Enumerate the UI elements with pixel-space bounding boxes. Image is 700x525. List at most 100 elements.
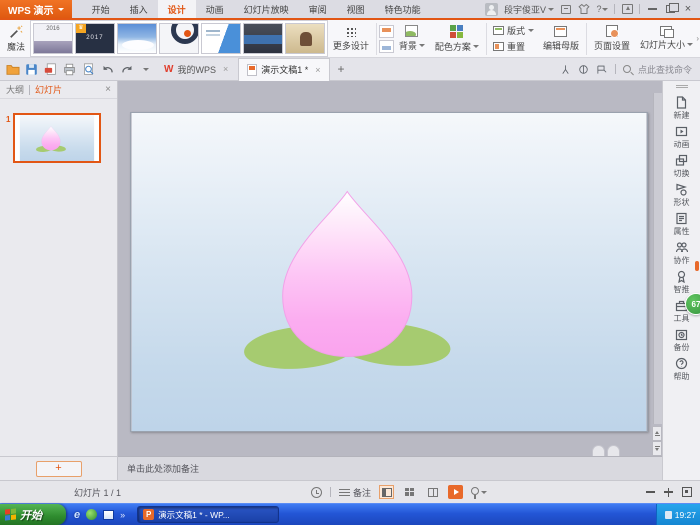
template-thumbnail-4[interactable] (158, 23, 199, 54)
color-scheme-button[interactable]: 配色方案 (430, 24, 484, 53)
view-sorter-button[interactable] (402, 485, 417, 499)
sidebar-item-shape[interactable]: 形状 (663, 183, 700, 212)
slide-thumbnail[interactable] (13, 113, 102, 163)
notes-input[interactable]: 单击此处添加备注 (118, 456, 662, 480)
username[interactable]: 段宇俊亚V (504, 3, 554, 16)
media-player-icon[interactable] (86, 509, 98, 520)
slide-canvas[interactable] (130, 112, 648, 432)
peach-graphic[interactable] (131, 113, 647, 431)
page-setup-button[interactable]: 页面设置 (589, 25, 635, 52)
quick-launch-overflow-icon[interactable]: » (120, 510, 125, 520)
notes-toggle[interactable]: 备注 (339, 486, 371, 499)
zoom-out-button[interactable] (646, 491, 655, 493)
tab-close-icon[interactable]: × (223, 64, 228, 74)
notes-splitter-handle[interactable] (592, 445, 620, 456)
slide-size-button[interactable]: 幻灯片大小 (635, 26, 698, 51)
minimize-button[interactable] (646, 3, 658, 15)
ie-icon[interactable]: e (74, 509, 80, 521)
sidebar-item-new[interactable]: 新建 (663, 96, 700, 125)
new-tab-button[interactable]: + (332, 62, 351, 76)
menu-tab-special-features[interactable]: 特色功能 (375, 0, 431, 18)
app-logo[interactable]: WPS 演示 (0, 0, 72, 18)
flag-icon[interactable] (596, 64, 608, 75)
design-panel-icon[interactable] (378, 39, 394, 53)
template-thumbnail-6[interactable] (242, 23, 283, 54)
slide-nav-buttons (652, 426, 662, 456)
sidebar-item-properties[interactable]: 属性 (663, 212, 700, 241)
template-thumbnail-1[interactable]: 2016 (32, 23, 73, 54)
assistant-icon[interactable] (560, 64, 571, 75)
new-slide-button[interactable]: + (35, 460, 82, 477)
edit-master-button[interactable]: 编辑母版 (538, 25, 584, 52)
sidebar-collapse-handle[interactable] (675, 85, 688, 88)
task-button-presentation[interactable]: P 演示文稿1 * - WP... (137, 506, 280, 523)
beauty-score-badge[interactable]: 67 (685, 293, 700, 315)
save-button[interactable] (23, 61, 40, 78)
slides-tab[interactable]: 幻灯片 (35, 83, 62, 96)
magic-button[interactable]: 魔法 (2, 25, 30, 53)
print-preview-button[interactable] (80, 61, 97, 78)
user-avatar[interactable] (484, 2, 498, 16)
fit-slide-button[interactable] (682, 487, 692, 497)
menu-tab-slideshow[interactable]: 幻灯片放映 (234, 0, 299, 18)
menu-tab-home[interactable]: 开始 (82, 0, 120, 18)
editing-canvas[interactable]: 单击此处添加备注 (118, 81, 662, 480)
template-thumbnail-3[interactable] (116, 23, 157, 54)
history-icon[interactable] (311, 486, 323, 498)
outline-tab[interactable]: 大纲 (6, 83, 24, 96)
sidebar-item-help[interactable]: 帮助 (663, 357, 700, 386)
reset-button[interactable]: 重置 (492, 40, 534, 53)
tab-document[interactable]: 演示文稿1 * × (238, 57, 330, 81)
print-button[interactable] (61, 61, 78, 78)
start-button[interactable]: 开始 (0, 504, 66, 525)
divider (375, 22, 377, 55)
sidebar-item-backup[interactable]: 备份 (663, 328, 700, 357)
next-slide-button[interactable] (652, 441, 662, 456)
redo-icon (121, 65, 131, 72)
help-button[interactable]: ? (596, 3, 608, 15)
menu-tab-view[interactable]: 视图 (337, 0, 375, 18)
previous-slide-button[interactable] (652, 426, 662, 441)
redo-button[interactable] (118, 61, 135, 78)
save-icon (26, 63, 37, 75)
menu-tab-review[interactable]: 审阅 (299, 0, 337, 18)
layout-button[interactable]: 版式 (492, 24, 534, 37)
skin-center-button[interactable] (578, 3, 590, 15)
export-pdf-button[interactable] (42, 61, 59, 78)
undo-button[interactable] (99, 61, 116, 78)
tab-close-icon[interactable]: × (315, 65, 320, 75)
import-template-icon[interactable] (378, 24, 394, 38)
menu-tab-design[interactable]: 设计 (157, 0, 196, 18)
template-thumbnail-5[interactable] (200, 23, 241, 54)
more-designs-button[interactable]: 更多设计 (328, 25, 374, 52)
find-command-input[interactable]: 点此查找命令 (638, 63, 692, 76)
upload-button[interactable] (621, 3, 633, 15)
play-slideshow-button[interactable] (448, 485, 464, 499)
vertical-scrollbar[interactable] (653, 93, 662, 424)
panel-close-icon[interactable]: × (105, 84, 111, 95)
menu-tab-insert[interactable]: 插入 (120, 0, 158, 18)
docer-icon[interactable] (578, 64, 589, 75)
sidebar-item-transition[interactable]: 切换 (663, 154, 700, 183)
restore-button[interactable] (664, 3, 679, 15)
view-reading-button[interactable] (425, 485, 440, 499)
toolbar-customize-button[interactable] (137, 61, 154, 78)
message-center-button[interactable] (560, 3, 572, 15)
background-button[interactable]: 背景 (394, 25, 430, 52)
divider (614, 4, 615, 14)
view-normal-button[interactable] (379, 485, 395, 499)
template-thumbnail-7[interactable] (284, 23, 325, 54)
sidebar-item-animation[interactable]: 动画 (663, 125, 700, 154)
open-button[interactable] (4, 61, 21, 78)
template-thumbnail-2[interactable]: ♛ 2017 (74, 23, 115, 54)
notes-label: 备注 (353, 487, 372, 498)
ribbon-overflow-button[interactable]: › (696, 34, 699, 43)
close-button[interactable]: × (682, 3, 694, 15)
tab-my-wps[interactable]: W 我的WPS × (156, 58, 236, 81)
zoom-in-button[interactable] (664, 487, 673, 497)
zoom-controls (646, 487, 692, 497)
show-desktop-icon[interactable] (103, 509, 115, 520)
presentation-tools-button[interactable] (471, 486, 488, 499)
tray-icon[interactable] (664, 510, 672, 519)
menu-tab-animation[interactable]: 动画 (196, 0, 234, 18)
